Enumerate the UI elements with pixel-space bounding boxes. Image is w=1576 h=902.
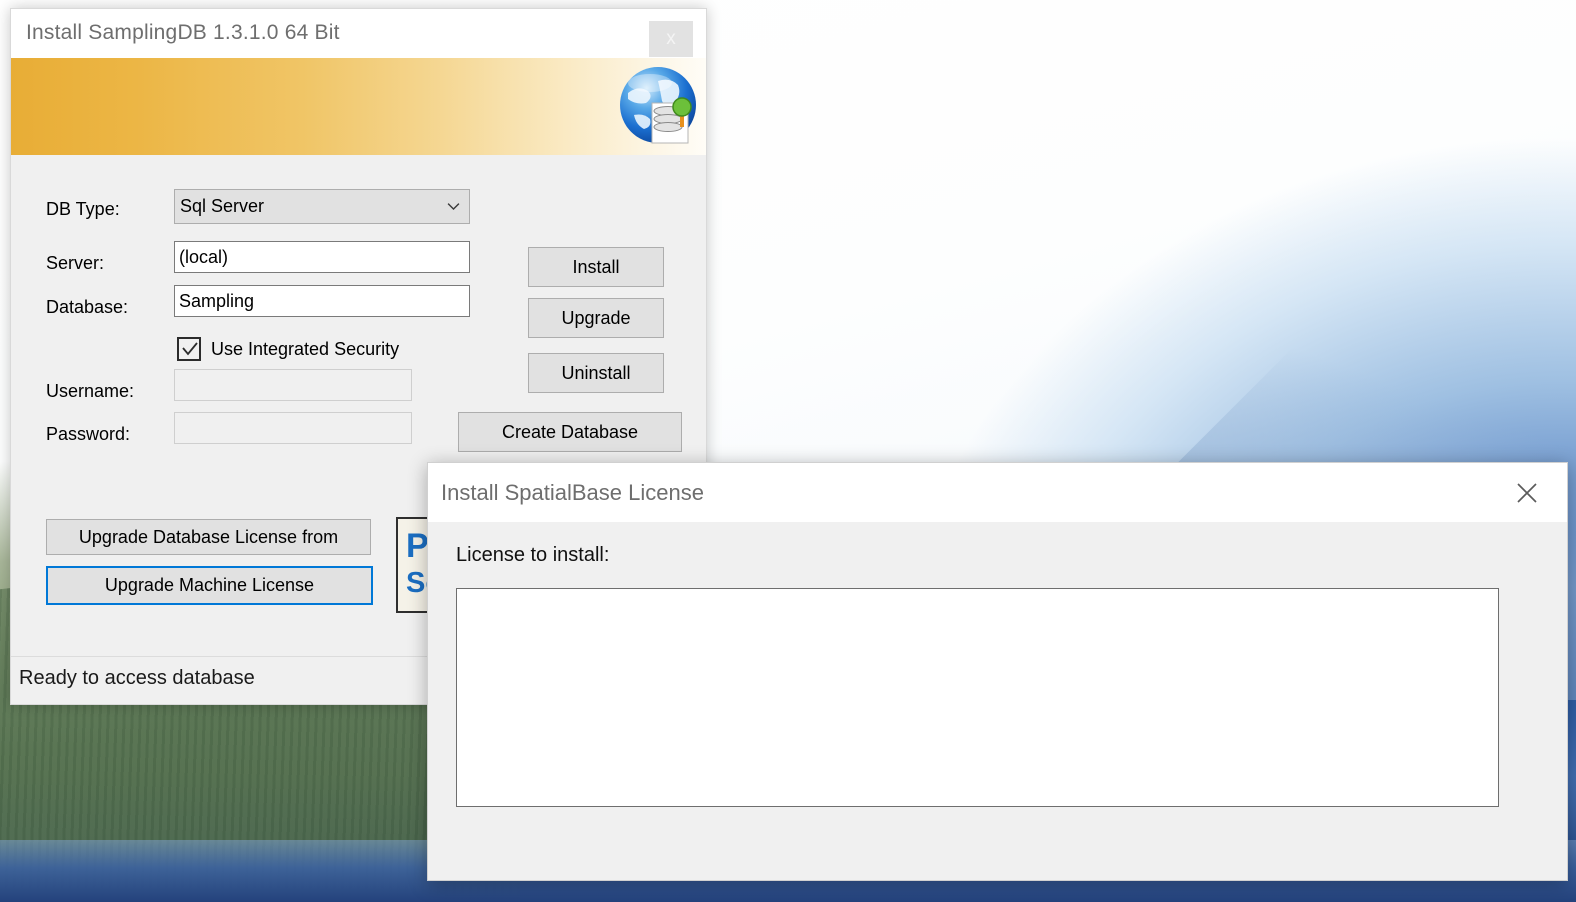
license-textarea[interactable] <box>456 588 1499 807</box>
use-integrated-security-label: Use Integrated Security <box>211 338 400 359</box>
samplingdb-titlebar[interactable]: Install SamplingDB 1.3.1.0 64 Bit x <box>11 9 706 58</box>
server-input[interactable]: (local) <box>174 241 470 273</box>
globe-database-icon <box>620 67 696 144</box>
samplingdb-banner <box>11 58 706 156</box>
close-x-glyph <box>1517 483 1537 503</box>
use-integrated-security-checkbox[interactable]: Use Integrated Security <box>177 337 399 361</box>
uninstall-button[interactable]: Uninstall <box>528 353 664 393</box>
upgrade-database-license-button[interactable]: Upgrade Database License from <box>46 519 371 555</box>
license-body: License to install: Load from file Insta… <box>428 522 1567 880</box>
db-type-label: DB Type: <box>46 199 120 219</box>
license-window-title: Install SpatialBase License <box>441 480 704 505</box>
password-input[interactable] <box>174 412 412 444</box>
status-text: Ready to access database <box>19 667 255 689</box>
samplingdb-window-title: Install SamplingDB 1.3.1.0 64 Bit <box>26 21 340 44</box>
username-label: Username: <box>46 381 135 401</box>
db-type-select[interactable]: Sql Server <box>174 189 470 224</box>
username-input[interactable] <box>174 369 412 401</box>
database-label: Database: <box>46 297 129 317</box>
close-icon[interactable] <box>1511 477 1543 509</box>
license-titlebar[interactable]: Install SpatialBase License <box>428 463 1567 522</box>
install-spatialbase-license-window[interactable]: Install SpatialBase License License to i… <box>427 462 1568 881</box>
install-button[interactable]: Install <box>528 247 664 287</box>
checkmark-icon <box>182 342 198 356</box>
license-to-install-label: License to install: <box>456 544 610 566</box>
create-database-button[interactable]: Create Database <box>458 412 682 452</box>
server-label: Server: <box>46 253 105 273</box>
upgrade-button[interactable]: Upgrade <box>528 298 664 338</box>
database-input[interactable]: Sampling <box>174 285 470 317</box>
password-label: Password: <box>46 424 131 444</box>
checkbox-box <box>177 337 201 361</box>
db-type-value: Sql Server <box>180 196 265 216</box>
upgrade-machine-license-button[interactable]: Upgrade Machine License <box>46 566 373 605</box>
chevron-down-icon <box>447 202 460 210</box>
close-icon[interactable]: x <box>649 21 693 57</box>
